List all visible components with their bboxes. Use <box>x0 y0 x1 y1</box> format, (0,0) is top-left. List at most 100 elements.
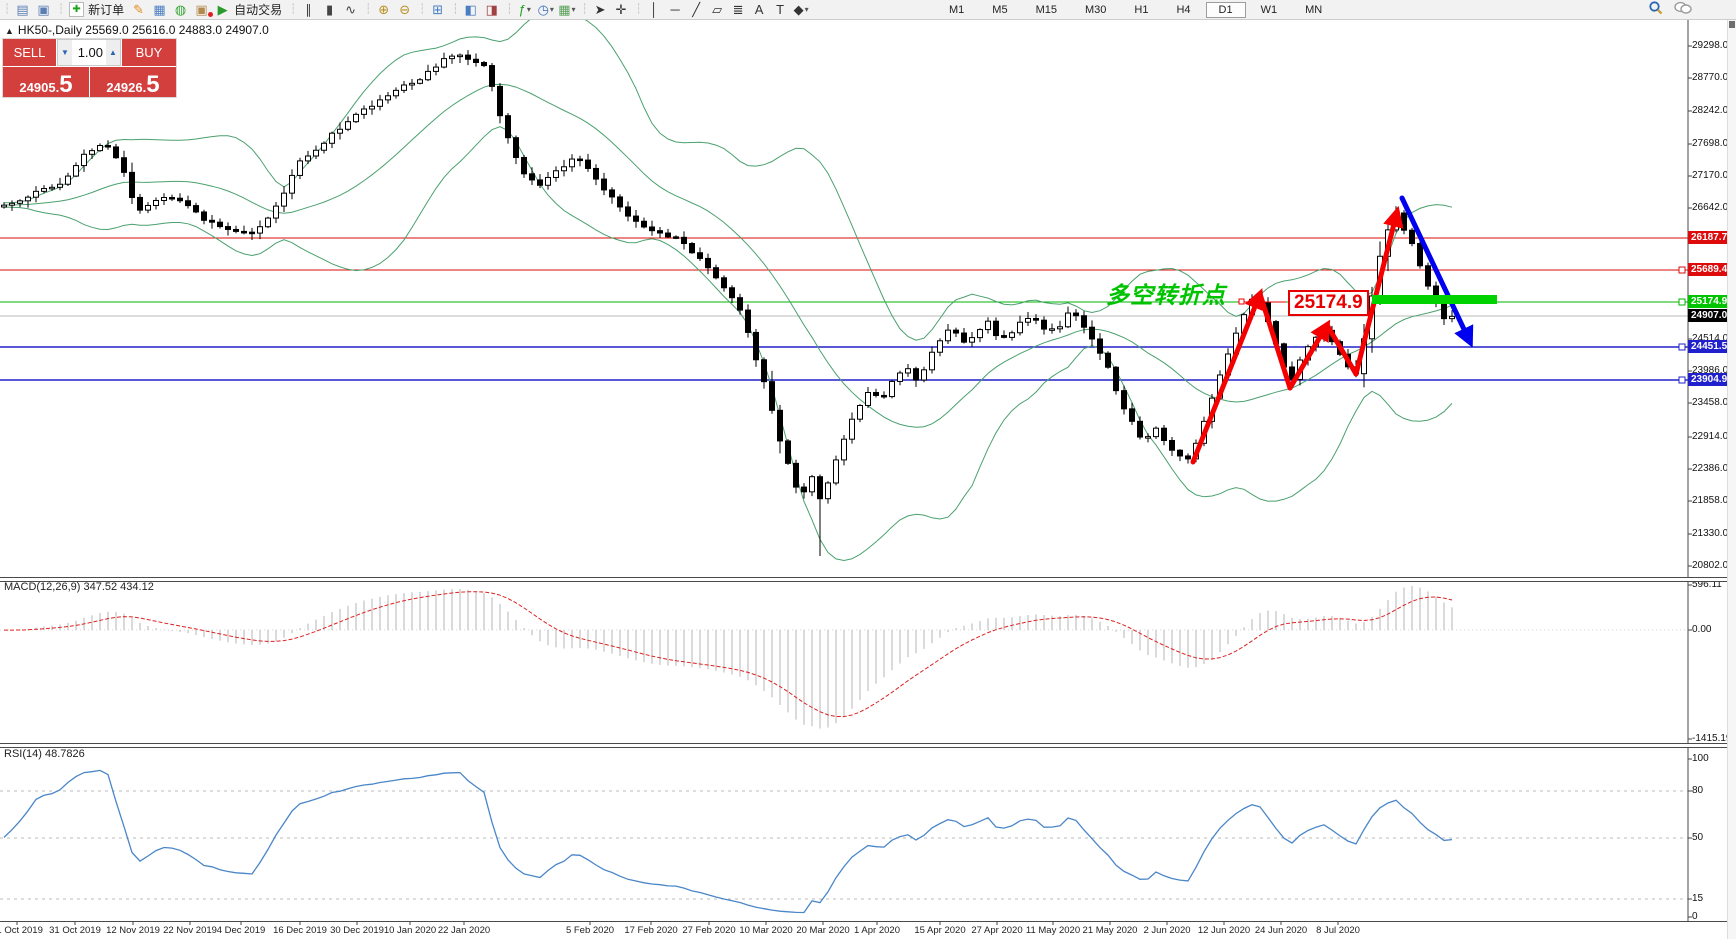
red-zigzag-arrow <box>1257 291 1293 391</box>
candlestick-icon[interactable]: ▮ <box>319 1 340 18</box>
bollinger-bands <box>3 8 1453 562</box>
templates-icon[interactable]: ▦ ▾ <box>556 1 577 18</box>
red-zigzag-arrow <box>1324 322 1359 377</box>
new-order-icon[interactable]: ✚ <box>66 1 87 18</box>
red-zigzag-arrow <box>1287 319 1331 391</box>
zoom-out-icon[interactable]: ⊖ <box>394 1 415 18</box>
buy-button[interactable]: BUY <box>121 39 176 66</box>
macd-pane <box>3 586 1453 729</box>
date-label: 22 Nov 2019 <box>163 925 217 936</box>
toolbar-grip: ┆ <box>58 4 65 15</box>
date-label: 12 Jun 2020 <box>1197 925 1251 936</box>
toolbar-grip: ┆ <box>365 4 372 15</box>
date-label: 20 Mar 2020 <box>796 925 850 936</box>
volume-stepper: ▼ 1.00 ▲ <box>57 39 121 66</box>
date-label: 21 Oct 2019 <box>0 925 43 936</box>
date-label: 27 Apr 2020 <box>971 925 1023 936</box>
fibonacci-icon[interactable]: ≣ <box>728 1 749 18</box>
rsi-indicator-label: RSI(14) 48.7826 <box>4 748 85 760</box>
autotrade-label[interactable]: 自动交易 <box>233 1 286 18</box>
date-label: 27 Feb 2020 <box>682 925 736 936</box>
toolbar-grip: ┆ <box>581 4 588 15</box>
price-tag-annotation[interactable]: 25174.9 <box>1288 290 1369 316</box>
zoom-in-icon[interactable]: ⊕ <box>373 1 394 18</box>
autotrade-icon[interactable]: ▶ <box>212 1 233 18</box>
terminal-icon[interactable]: ▦ <box>149 1 170 18</box>
rsi-pane <box>3 769 1453 914</box>
hline-icon[interactable]: ─ <box>665 1 686 18</box>
volume-input[interactable]: 1.00 <box>72 40 106 65</box>
rsi-pane-separator[interactable] <box>0 743 1736 748</box>
metaeditor-icon[interactable]: ✎ <box>128 1 149 18</box>
arrange-windows-icon[interactable]: ◧ <box>460 1 481 18</box>
tile-windows-icon[interactable]: ⊞ <box>427 1 448 18</box>
date-label: 10 Mar 2020 <box>739 925 793 936</box>
turning-point-annotation[interactable]: 多空转折点 <box>1106 276 1226 310</box>
timeframe-button-m15[interactable]: M15 <box>1023 2 1070 18</box>
horizontal-level-lines <box>0 237 1688 900</box>
bar-chart-icon[interactable]: ∥ <box>298 1 319 18</box>
arrows-icon[interactable]: ◆ ▾ <box>791 1 812 18</box>
timeframe-button-m1[interactable]: M1 <box>936 2 977 18</box>
toolbar-grip: ┆ <box>290 4 297 15</box>
cursor-icon[interactable]: ➤ <box>590 1 611 18</box>
vline-icon[interactable]: │ <box>644 1 665 18</box>
date-label: 31 Oct 2019 <box>49 925 101 936</box>
market-icon[interactable]: ▣ <box>191 1 214 18</box>
collapse-icon[interactable]: ▲ <box>5 26 14 36</box>
toolbar-grip: ┆ <box>452 4 459 15</box>
toolbar-right <box>1648 0 1692 21</box>
signals-icon[interactable]: ◍ <box>170 1 191 18</box>
chart-canvas[interactable] <box>0 0 1736 939</box>
red-zigzag-arrow <box>1190 288 1265 465</box>
date-label: 5 Feb 2020 <box>565 925 615 936</box>
date-label: 16 Dec 2019 <box>273 925 327 936</box>
timeframe-button-mn[interactable]: MN <box>1292 2 1335 18</box>
text-icon[interactable]: A <box>749 1 770 18</box>
scrollbar-button[interactable] <box>1729 21 1735 28</box>
market-watch-icon[interactable]: ▤ <box>12 1 33 18</box>
sell-button[interactable]: SELL <box>3 39 57 66</box>
sell-price[interactable]: 24905. 5 <box>3 67 90 97</box>
mt4-window: ┆ ▤ ▣ ┆ ✚ 新订单 ✎ ▦ ◍ ▣ ▶ 自动交易 ┆ ∥ ▮ ∿ ┆ ⊕ ⊖ ┆ ⊞ ┆ ◧ ◨ ┆ ƒ ▾ ◷ ▾ ▦ ▾ ┆ ➤ ✛ ┆… <box>0 0 1736 939</box>
label-icon[interactable]: T <box>770 1 791 18</box>
axis-tick-marks <box>16 45 1692 925</box>
timeframe-button-m5[interactable]: M5 <box>979 2 1020 18</box>
date-label: 24 Jun 2020 <box>1254 925 1308 936</box>
date-label: 1 Apr 2020 <box>854 925 900 936</box>
toolbar-grip: ┆ <box>419 4 426 15</box>
trendline-icon[interactable]: ╱ <box>686 1 707 18</box>
chart-header: ▲ HK50-,Daily 25569.0 25616.0 24883.0 249… <box>5 23 269 37</box>
volume-down-button[interactable]: ▼ <box>58 40 72 65</box>
indicators-icon[interactable]: ƒ ▾ <box>514 1 535 18</box>
timeframe-button-d1[interactable]: D1 <box>1205 1 1246 18</box>
line-chart-icon[interactable]: ∿ <box>340 1 361 18</box>
toolbar-grip: ┆ <box>506 4 513 15</box>
chat-icon[interactable] <box>1674 0 1692 21</box>
date-axis-separator <box>0 921 1736 922</box>
date-label: 22 Jan 2020 <box>437 925 491 936</box>
symbol-ohlc-text: HK50-,Daily 25569.0 25616.0 24883.0 2490… <box>17 23 269 37</box>
date-label: 12 Nov 2019 <box>106 925 160 936</box>
cascade-windows-icon[interactable]: ◨ <box>481 1 502 18</box>
search-icon[interactable] <box>1648 0 1664 21</box>
one-click-trading-panel: SELL ▼ 1.00 ▲ BUY 24905. 5 24926. 5 <box>3 39 176 97</box>
macd-pane-separator[interactable] <box>0 577 1736 582</box>
date-label: 10 Jan 2020 <box>383 925 437 936</box>
buy-price[interactable]: 24926. 5 <box>90 67 176 97</box>
date-label: 15 Apr 2020 <box>914 925 966 936</box>
crosshair-icon[interactable]: ✛ <box>611 1 632 18</box>
timeframe-bar: M1 M5 M15 M30 H1 H4 D1 W1 MN <box>935 0 1336 19</box>
channel-icon[interactable]: ▱ <box>707 1 728 18</box>
timeframe-button-h1[interactable]: H1 <box>1121 2 1161 18</box>
timeframe-button-m30[interactable]: M30 <box>1072 2 1119 18</box>
periods-icon[interactable]: ◷ ▾ <box>535 1 556 18</box>
toolbar-grip: ┆ <box>635 4 642 15</box>
volume-up-button[interactable]: ▲ <box>106 40 120 65</box>
vertical-scrollbar[interactable] <box>1727 19 1736 939</box>
toolbar: ┆ ▤ ▣ ┆ ✚ 新订单 ✎ ▦ ◍ ▣ ▶ 自动交易 ┆ ∥ ▮ ∿ ┆ ⊕ ⊖ ┆ ⊞ ┆ ◧ ◨ ┆ ƒ ▾ ◷ ▾ ▦ ▾ ┆ ➤ ✛ ┆… <box>0 0 1736 20</box>
new-order-label[interactable]: 新订单 <box>87 1 128 18</box>
timeframe-button-w1[interactable]: W1 <box>1248 2 1291 18</box>
data-window-icon[interactable]: ▣ <box>33 1 54 18</box>
timeframe-button-h4[interactable]: H4 <box>1163 2 1203 18</box>
